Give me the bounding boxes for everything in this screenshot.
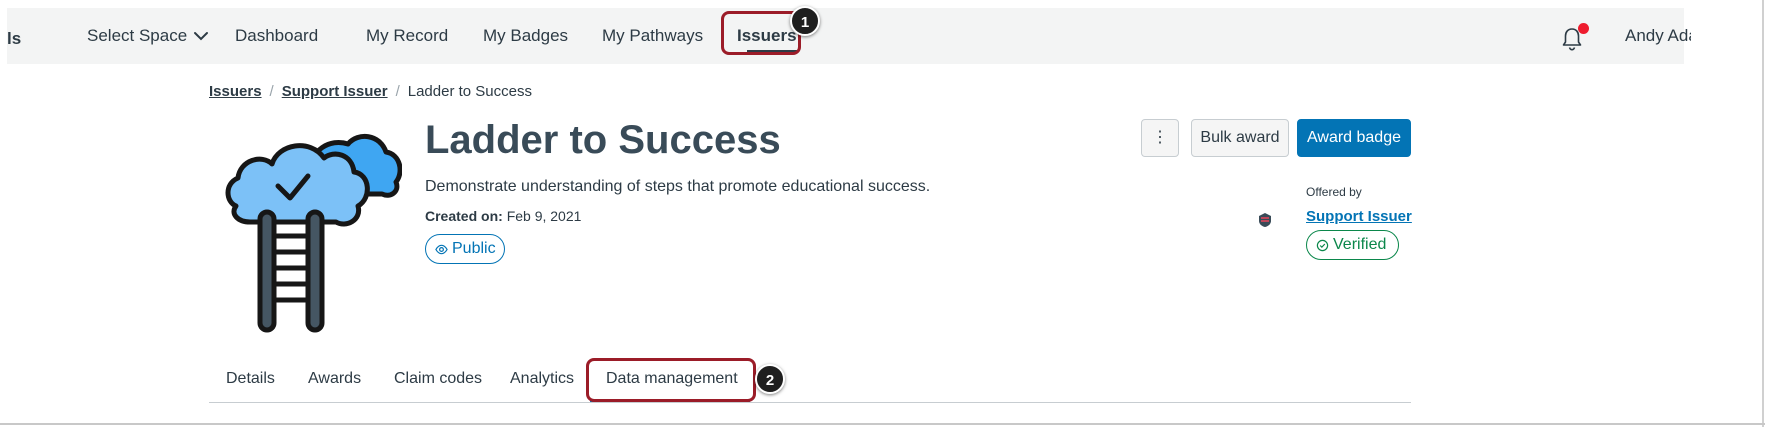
brand-logo-fragment: ls	[7, 29, 22, 48]
select-space-dropdown[interactable]: Select Space	[87, 8, 187, 64]
bulk-award-button[interactable]: Bulk award	[1191, 119, 1289, 157]
callout-number-2: 2	[755, 364, 785, 394]
tab-details[interactable]: Details	[226, 370, 275, 400]
app-window: ls Select Space Dashboard My Record My B…	[0, 0, 1765, 427]
breadcrumb-support-issuer[interactable]: Support Issuer	[282, 83, 388, 100]
cloud-ladder-badge-icon	[225, 134, 402, 333]
top-navigation: ls Select Space Dashboard My Record My B…	[7, 8, 1691, 64]
breadcrumb-separator: /	[395, 83, 400, 100]
eye-icon	[435, 244, 448, 255]
breadcrumb: Issuers / Support Issuer / Ladder to Success	[209, 83, 532, 103]
issuer-logo-icon	[1259, 213, 1271, 227]
tab-analytics[interactable]: Analytics	[510, 370, 574, 400]
callout-highlight-issuers	[721, 11, 801, 55]
verified-badge: Verified	[1306, 230, 1399, 260]
nav-dashboard[interactable]: Dashboard	[235, 8, 318, 64]
nav-my-badges[interactable]: My Badges	[483, 8, 568, 64]
check-circle-icon	[1316, 239, 1329, 252]
breadcrumb-current: Ladder to Success	[407, 83, 532, 100]
badge-description: Demonstrate understanding of steps that …	[425, 178, 931, 195]
visibility-label: Public	[452, 240, 496, 257]
nav-my-record[interactable]: My Record	[366, 8, 448, 64]
offered-by-label: Offered by	[1306, 185, 1362, 199]
nav-my-pathways[interactable]: My Pathways	[602, 8, 703, 64]
breadcrumb-issuers[interactable]: Issuers	[209, 83, 262, 100]
created-on: Created on: Feb 9, 2021	[425, 208, 581, 224]
select-space-label: Select Space	[87, 26, 188, 45]
tab-claim-codes[interactable]: Claim codes	[394, 370, 482, 400]
notification-dot	[1578, 23, 1589, 34]
user-menu[interactable]: Andy Adams	[1625, 8, 1691, 64]
breadcrumb-separator: /	[269, 83, 274, 100]
created-on-value: Feb 9, 2021	[506, 208, 582, 224]
page-title: Ladder to Success	[425, 118, 781, 162]
more-options-button[interactable]: ⋮	[1141, 119, 1179, 157]
created-on-label: Created on:	[425, 208, 503, 224]
visibility-badge: Public	[425, 234, 505, 264]
issuer-link[interactable]: Support Issuer	[1306, 208, 1412, 225]
verified-label: Verified	[1333, 236, 1387, 253]
callout-highlight-data-management	[586, 358, 756, 402]
chevron-down-icon[interactable]	[193, 28, 209, 44]
tabs-divider	[209, 402, 1411, 403]
tab-awards[interactable]: Awards	[308, 370, 361, 400]
window-edge	[1762, 0, 1764, 427]
award-badge-button[interactable]: Award badge	[1297, 119, 1411, 157]
window-edge	[0, 423, 1765, 425]
callout-number-1: 1	[790, 6, 820, 36]
